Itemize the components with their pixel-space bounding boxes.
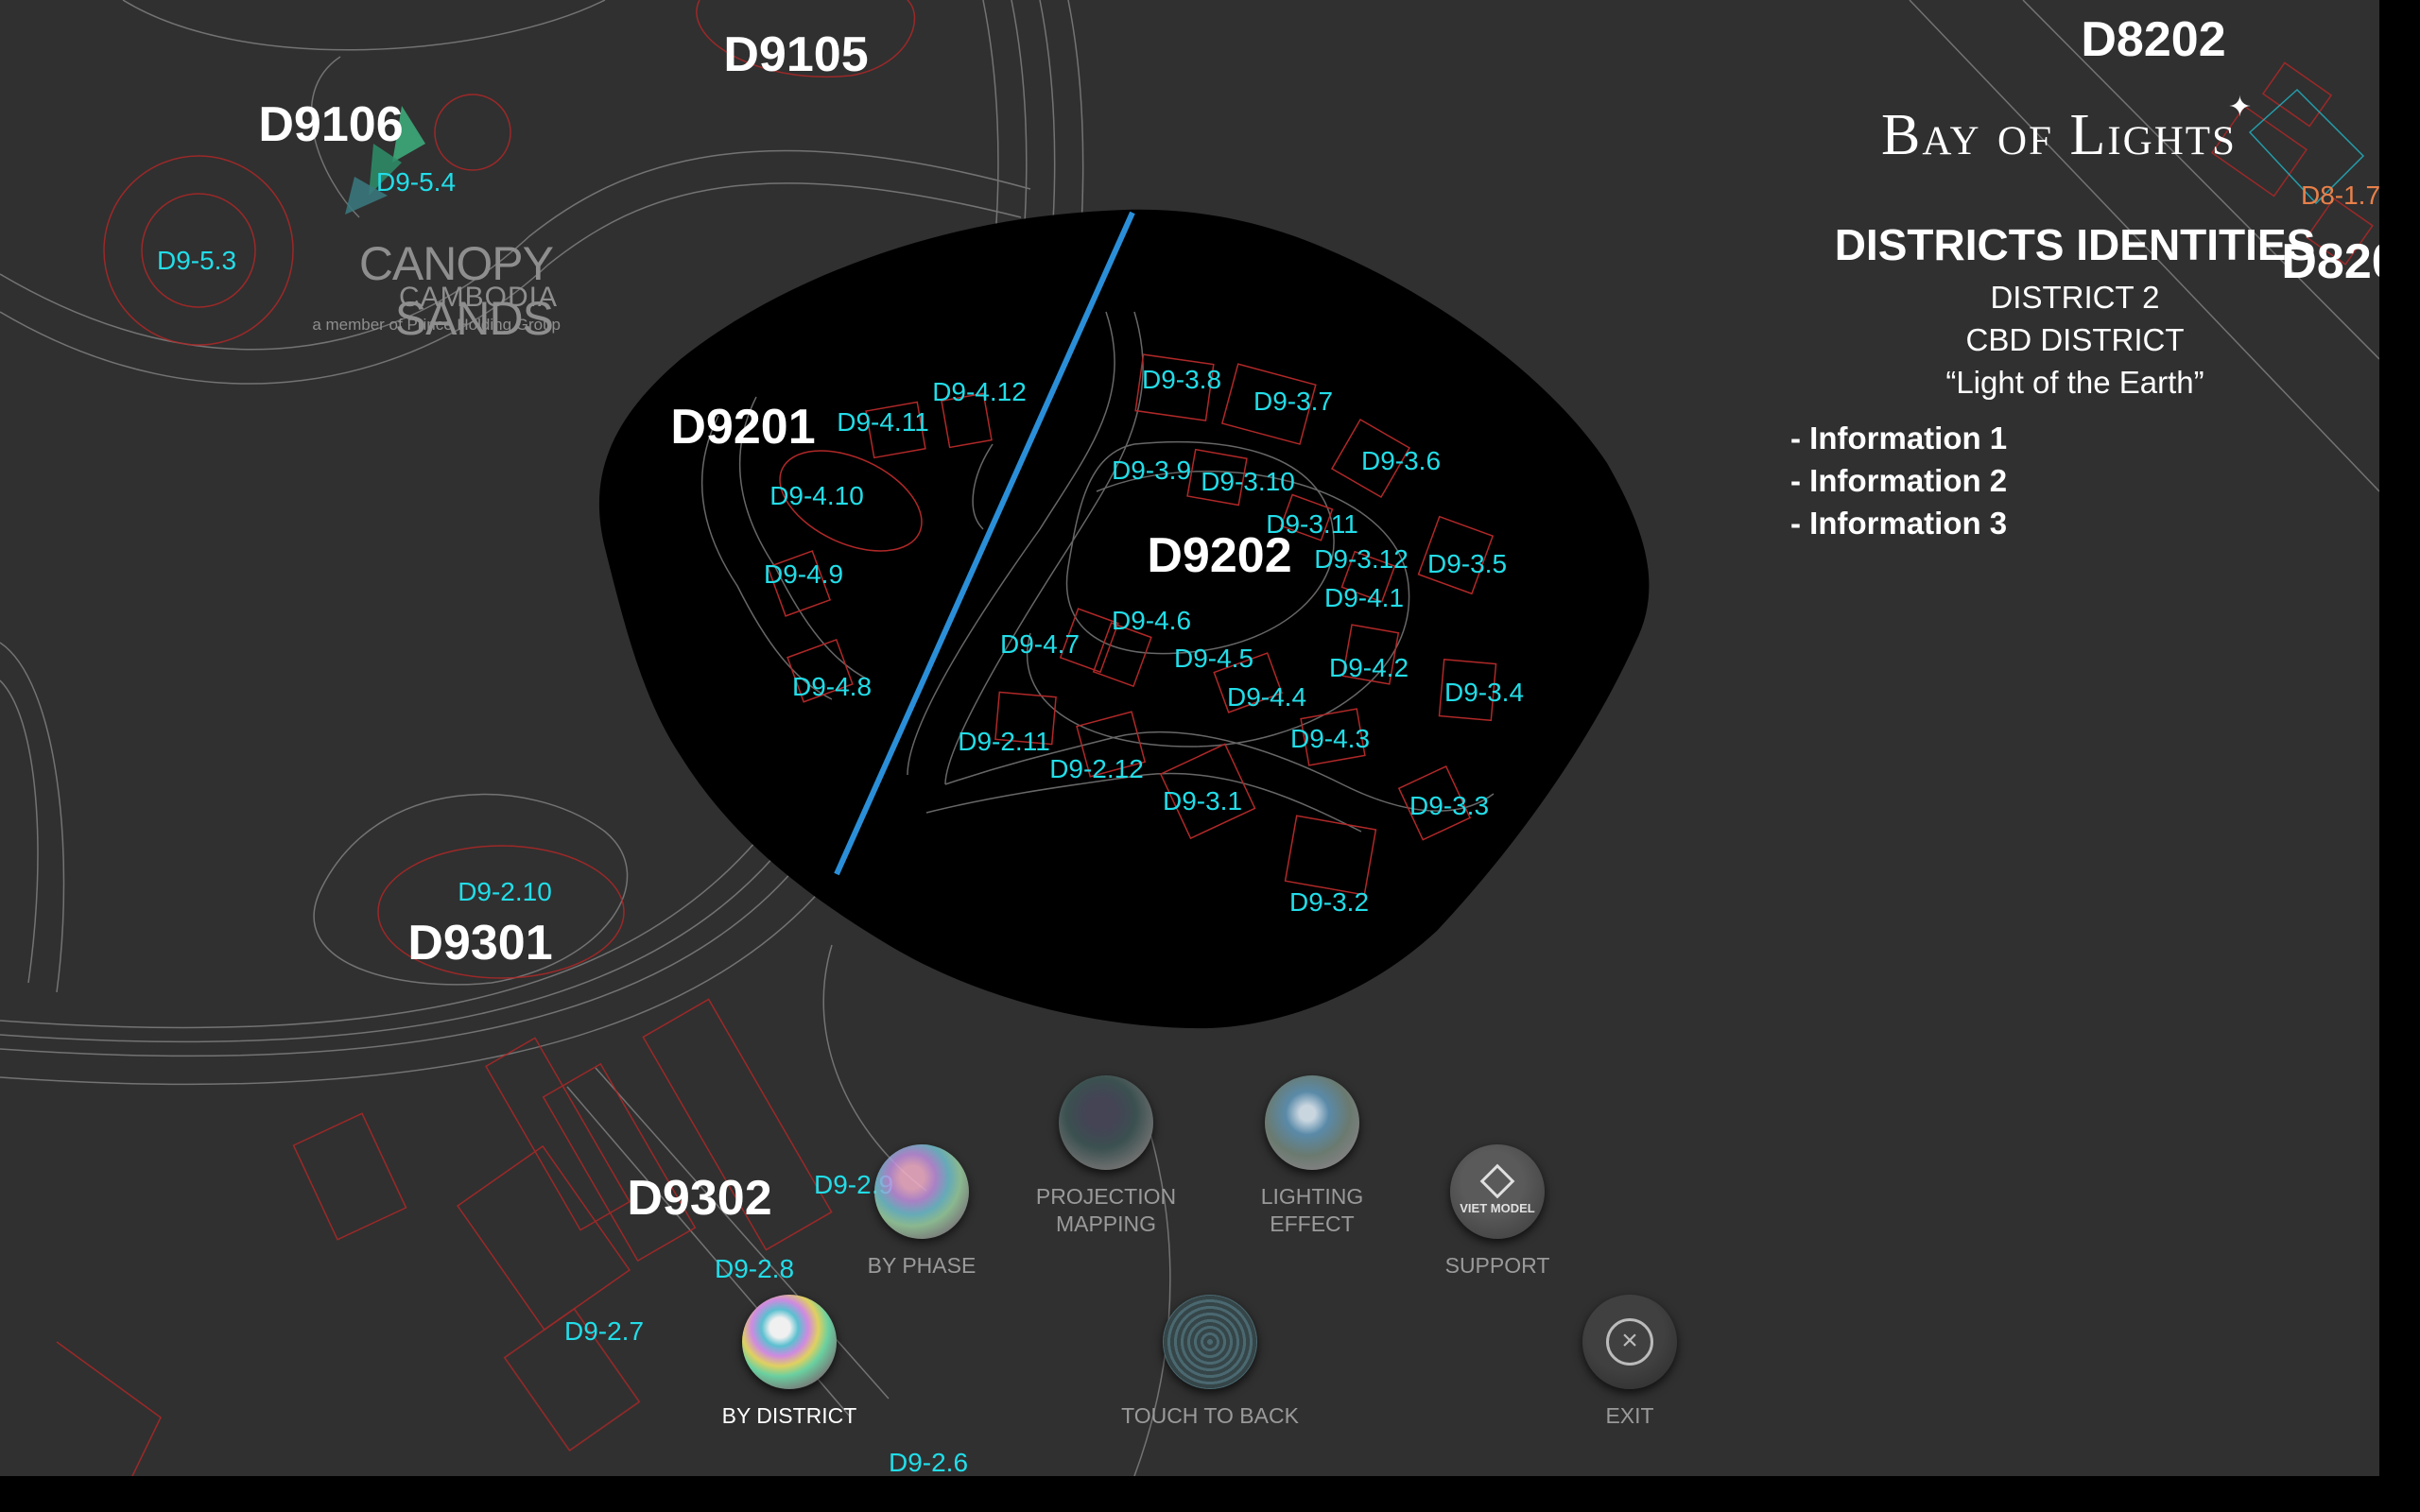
plot-label[interactable]: D9-3.11	[1266, 511, 1358, 538]
by-district-icon	[742, 1295, 837, 1389]
district-label[interactable]: D9302	[627, 1174, 771, 1223]
plot-label[interactable]: D9-3.7	[1253, 388, 1333, 415]
projection-mapping-button[interactable]: PROJECTION MAPPING	[1002, 1075, 1210, 1238]
touch-to-back-label: TOUCH TO BACK	[1121, 1403, 1299, 1428]
district-name: CBD DISTRICT	[1965, 322, 2185, 357]
plot-label[interactable]: D9-3.2	[1289, 889, 1369, 916]
plot-label[interactable]: D9-3.6	[1361, 448, 1441, 474]
district-label[interactable]: D8202	[2081, 15, 2225, 64]
plot-label[interactable]: D9-2.11	[958, 729, 1050, 755]
plot-label[interactable]: D9-4.11	[837, 409, 929, 436]
support-label: SUPPORT	[1444, 1253, 1550, 1278]
exit-orb: ×	[1582, 1295, 1677, 1389]
by-phase-button[interactable]: BY PHASE	[818, 1144, 1026, 1280]
plot-label[interactable]: D9-4.5	[1174, 645, 1253, 672]
plot-label[interactable]: D9-3.3	[1409, 793, 1489, 819]
close-icon: ×	[1606, 1318, 1653, 1366]
district-label[interactable]: D9106	[258, 100, 403, 149]
plot-label[interactable]: D9-4.10	[769, 483, 864, 509]
viet-model-logo-text: VIET MODEL	[1460, 1200, 1535, 1215]
plot-label[interactable]: D9-4.7	[1000, 631, 1080, 658]
plot-label[interactable]: D9-3.4	[1444, 679, 1524, 706]
exit-button[interactable]: × EXIT	[1526, 1295, 1734, 1430]
plot-label[interactable]: D9-2.10	[458, 879, 552, 905]
plot-label-orange[interactable]: D8-1.7	[2301, 182, 2379, 209]
fingerprint-icon	[1163, 1295, 1257, 1389]
sparkle-icon: ✦	[2227, 92, 2254, 123]
plot-label[interactable]: D9-2.6	[889, 1450, 968, 1476]
district-motto: “Light of the Earth”	[1945, 365, 2204, 400]
plot-label[interactable]: D9-4.6	[1112, 608, 1191, 634]
map-stage[interactable]: CANOPY SANDS CAMBODIA a member of Prince…	[0, 0, 2379, 1476]
support-button[interactable]: VIET MODEL SUPPORT	[1393, 1144, 1601, 1280]
plot-label[interactable]: D9-4.9	[764, 561, 843, 588]
canopy-sands-country: CAMBODIA	[398, 282, 558, 313]
by-phase-label: BY PHASE	[867, 1253, 977, 1278]
plot-label[interactable]: D9-2.8	[715, 1256, 794, 1282]
district-info-panel: DISTRICTS IDENTITIES DISTRICT 2 CBD DIST…	[1777, 219, 2373, 544]
exit-label: EXIT	[1605, 1403, 1654, 1428]
plot-label[interactable]: D9-2.12	[1049, 756, 1144, 782]
viet-model-diamond-icon	[1479, 1163, 1515, 1198]
by-district-label: BY DISTRICT	[721, 1403, 857, 1428]
by-district-button[interactable]: BY DISTRICT	[685, 1295, 893, 1430]
plot-label[interactable]: D9-3.12	[1314, 546, 1409, 573]
district-label[interactable]: D9301	[407, 919, 552, 968]
plot-label[interactable]: D9-5.4	[376, 169, 456, 196]
info-item: - Information 3	[1790, 506, 2008, 541]
info-item: - Information 2	[1790, 463, 2008, 498]
district-label[interactable]: D9105	[723, 30, 868, 79]
lighting-effect-icon	[1265, 1075, 1359, 1170]
plot-label[interactable]: D9-3.1	[1163, 788, 1242, 815]
projection-label-line2: MAPPING	[1055, 1211, 1157, 1236]
district-number: DISTRICT 2	[1990, 280, 2160, 315]
canopy-sands-tagline: a member of Prince Holding Group	[312, 316, 561, 334]
plot-label[interactable]: D9-2.7	[564, 1318, 644, 1345]
bay-of-lights-logo: Bay of Lights ✦	[1881, 92, 2252, 169]
plot-label[interactable]: D9-4.4	[1227, 684, 1306, 711]
info-list: - Information 1 - Information 2 - Inform…	[1790, 417, 2373, 544]
plot-label[interactable]: D9-4.8	[792, 674, 872, 700]
info-item: - Information 1	[1790, 421, 2008, 455]
plot-label[interactable]: D9-3.8	[1142, 367, 1221, 393]
plot-label[interactable]: D9-4.2	[1329, 655, 1409, 681]
plot-label[interactable]: D9-3.10	[1201, 469, 1295, 495]
plot-label[interactable]: D9-4.3	[1290, 726, 1370, 752]
plot-label[interactable]: D9-3.5	[1427, 551, 1507, 577]
by-phase-icon	[874, 1144, 969, 1239]
lighting-label-line2: EFFECT	[1270, 1211, 1355, 1236]
plot-label[interactable]: D9-4.12	[932, 379, 1027, 405]
plot-label[interactable]: D9-5.3	[157, 248, 236, 274]
district-label[interactable]: D9201	[670, 403, 815, 452]
plot-label[interactable]: D9-4.1	[1324, 585, 1404, 611]
bay-of-lights-text: Bay of Lights	[1881, 103, 2237, 167]
lighting-label-line1: LIGHTING	[1260, 1184, 1364, 1209]
projection-mapping-icon	[1059, 1075, 1153, 1170]
plot-label[interactable]: D9-3.9	[1112, 457, 1191, 484]
lighting-effect-button[interactable]: LIGHTING EFFECT	[1208, 1075, 1416, 1238]
projection-label-line1: PROJECTION	[1035, 1184, 1177, 1209]
touch-to-back-button[interactable]: TOUCH TO BACK	[1106, 1295, 1314, 1430]
panel-title: DISTRICTS IDENTITIES	[1834, 220, 2316, 269]
viet-model-logo-icon: VIET MODEL	[1450, 1144, 1545, 1239]
